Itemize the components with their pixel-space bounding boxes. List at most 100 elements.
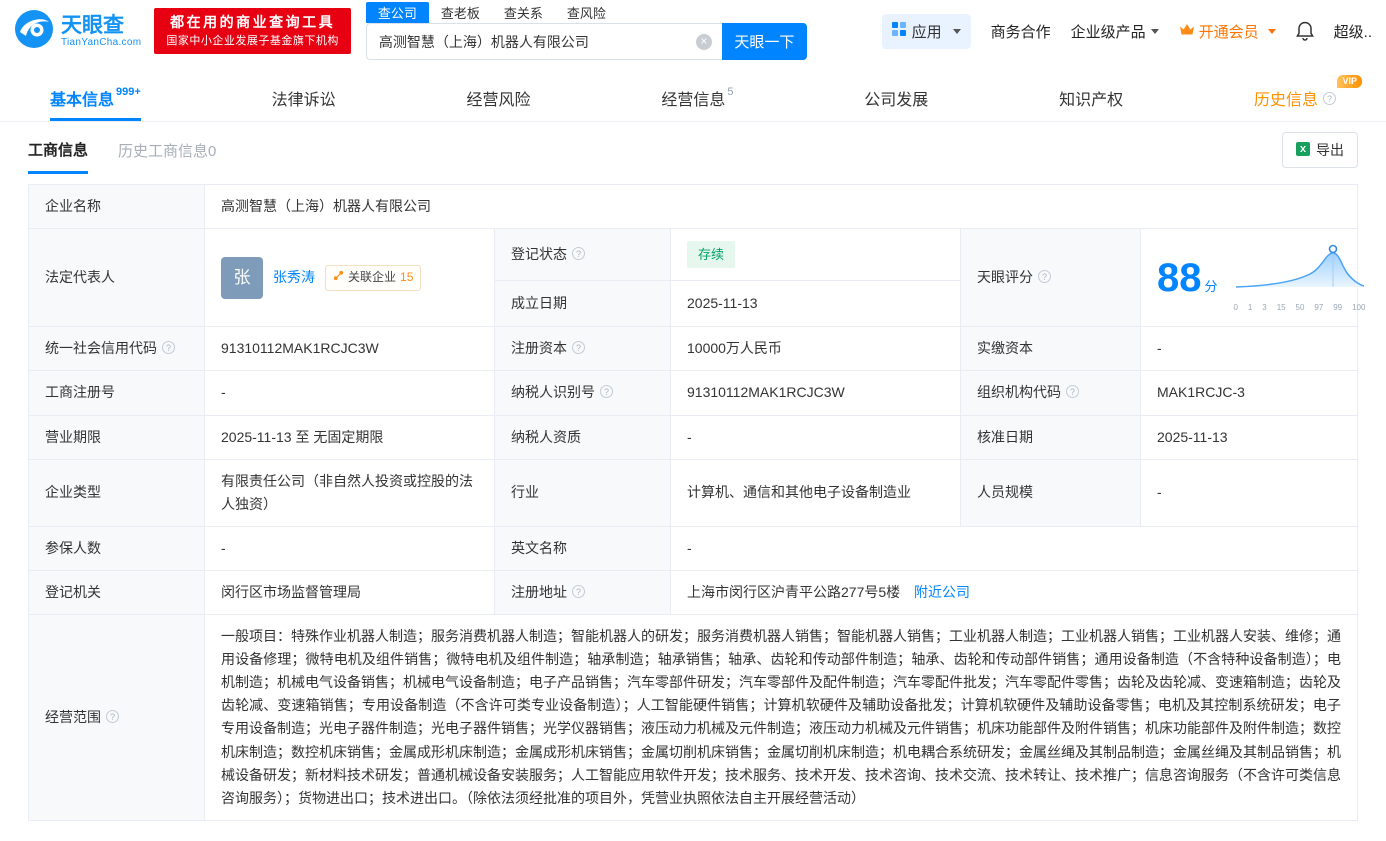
search-button[interactable]: 天眼一下 [721,23,807,60]
reg-authority-label: 登记机关 [28,569,205,616]
tab-operating-risk[interactable]: 经营风险 [466,75,530,121]
table-row: 参保人数 - 英文名称 - [28,525,1358,571]
approval-date-label: 核准日期 [960,414,1141,460]
tab-basic-info[interactable]: 基本信息 999+ [50,75,141,121]
taxpayer-id-label: 纳税人识别号 [494,370,671,416]
search-box [365,23,722,60]
industry-label: 行业 [494,458,671,527]
excel-export-icon [1296,141,1310,159]
search-tab-relation[interactable]: 查关系 [492,2,555,23]
search-tab-boss[interactable]: 查老板 [429,2,492,23]
business-term-label: 营业期限 [28,414,205,460]
chevron-down-icon [952,28,961,34]
status-badge: 存续 [687,240,736,269]
chevron-down-icon [1150,28,1159,34]
reg-number-value: - [204,370,495,416]
nearby-companies-link[interactable]: 附近公司 [914,584,970,600]
taxpayer-id-value: 91310112MAK1RCJC3W [670,370,961,416]
company-section-nav: 基本信息 999+ 法律诉讼 经营风险 经营信息 5 公司发展 知识产权 历史信… [0,75,1386,122]
table-row: 企业名称 高测智慧（上海）机器人有限公司 [28,183,1358,230]
promo-line2: 国家中小企业发展子基金旗下机构 [166,35,339,48]
legal-rep-link[interactable]: 张秀涛 [273,266,315,289]
business-term-value: 2025-11-13 至 无固定期限 [204,414,495,460]
topbar: 天眼查 TianYanCha.com 都在用的商业查询工具 国家中小企业发展子基… [0,0,1386,62]
info-icon[interactable] [572,584,585,598]
info-icon[interactable] [572,246,585,260]
tab-intellectual-property[interactable]: 知识产权 [1059,75,1123,121]
search-area: 查公司 查老板 查关系 查风险 天眼一下 [365,2,807,60]
table-row: 工商注册号 - 纳税人识别号 91310112MAK1RCJC3W 组织机构代码… [28,370,1358,416]
score-label: 天眼评分 [960,228,1141,328]
menu-super-account[interactable]: 超级.. [1334,21,1372,42]
score-cell: 88 分 0 1 3 15 50 97 99 100 [1140,228,1365,328]
export-button[interactable]: 导出 [1282,132,1358,168]
info-icon[interactable] [106,709,119,723]
tab-count: 5 [727,86,734,98]
business-scope-value: 一般项目：特殊作业机器人制造；服务消费机器人制造；智能机器人的研发；服务消费机器… [204,614,1358,821]
legal-rep-cell: 张 张秀涛 关联企业 15 [204,228,495,328]
reg-number-label: 工商注册号 [28,370,205,416]
reg-authority-value: 闵行区市场监督管理局 [204,569,495,616]
credit-code-value: 91310112MAK1RCJC3W [204,326,495,372]
company-name-label: 企业名称 [28,183,205,230]
info-icon[interactable] [1066,385,1079,399]
paid-capital-label: 实缴资本 [960,326,1141,372]
tab-legal-proceedings[interactable]: 法律诉讼 [272,75,336,121]
paid-capital-value: - [1140,326,1358,372]
tab-company-development[interactable]: 公司发展 [864,75,928,121]
staff-size-label: 人员规模 [960,458,1141,527]
vip-badge: VIP [1337,75,1362,88]
taxpayer-quality-label: 纳税人资质 [494,414,671,460]
search-tabs: 查公司 查老板 查关系 查风险 [365,2,807,23]
tab-business-registration[interactable]: 工商信息 [28,139,89,174]
search-tab-company[interactable]: 查公司 [365,2,429,23]
tab-history-registration[interactable]: 历史工商信息0 [118,140,216,174]
score-chart-ticks: 0 1 3 15 50 97 99 100 [1233,303,1366,313]
crown-icon [1179,23,1195,40]
reg-address-cell: 上海市闵行区沪青平公路277号5楼 附近公司 [670,569,1358,616]
score-value: 88 [1157,255,1202,300]
search-input[interactable] [366,24,722,59]
tianyancha-logo[interactable]: 天眼查 TianYanCha.com [14,9,141,54]
insured-count-label: 参保人数 [28,525,205,571]
reg-address-label: 注册地址 [494,569,671,616]
establish-date-label: 成立日期 [494,279,671,328]
table-row: 企业类型 有限责任公司（非自然人投资或控股的法人独资） 行业 计算机、通信和其他… [28,458,1358,527]
info-icon[interactable] [1322,91,1336,105]
score-unit: 分 [1204,278,1218,294]
tab-count: 999+ [116,86,141,98]
company-type-value: 有限责任公司（非自然人投资或控股的法人独资） [204,458,495,527]
menu-enterprise-products[interactable]: 企业级产品 [1071,21,1159,42]
table-row: 营业期限 2025-11-13 至 无固定期限 纳税人资质 - 核准日期 202… [28,414,1358,460]
info-icon[interactable] [572,341,585,355]
notification-bell-icon[interactable] [1295,21,1314,41]
promo-banner: 都在用的商业查询工具 国家中小企业发展子基金旗下机构 [154,8,351,54]
tab-operating-info[interactable]: 经营信息 5 [661,75,733,121]
info-icon[interactable] [1038,270,1051,284]
promo-line1: 都在用的商业查询工具 [170,14,336,31]
menu-open-vip[interactable]: 开通会员 [1179,21,1276,42]
apps-button[interactable]: 应用 [881,13,971,49]
chevron-down-icon [1267,28,1276,34]
logo-text: 天眼查 [61,13,124,37]
apps-grid-icon [891,22,906,40]
english-name-value: - [670,525,1358,571]
related-companies-badge[interactable]: 关联企业 15 [325,264,422,291]
tab-count: 0 [208,143,217,160]
menu-business-cooperation[interactable]: 商务合作 [991,21,1051,42]
table-row: 法定代表人 张 张秀涛 关联企业 15 登记状态? 存续 天眼评分? 88 分 … [28,228,1365,328]
business-scope-label: 经营范围 [28,614,205,821]
clear-search-icon[interactable] [695,34,712,50]
tianyan-score[interactable]: 88 分 0 1 3 15 50 97 99 100 [1157,239,1365,316]
company-name-value: 高测智慧（上海）机器人有限公司 [204,183,1358,230]
org-code-value: MAK1RCJC-3 [1140,370,1358,416]
reg-capital-label: 注册资本 [494,326,671,372]
info-icon[interactable] [162,341,175,355]
tab-history-info[interactable]: 历史信息 VIP [1254,75,1362,121]
establish-date-value: 2025-11-13 [670,279,961,328]
search-tab-risk[interactable]: 查风险 [555,2,618,23]
info-icon[interactable] [600,385,613,399]
legal-rep-avatar[interactable]: 张 [221,256,263,299]
logo-domain: TianYanCha.com [61,37,142,49]
table-row: 统一社会信用代码 91310112MAK1RCJC3W 注册资本 10000万人… [28,326,1358,372]
